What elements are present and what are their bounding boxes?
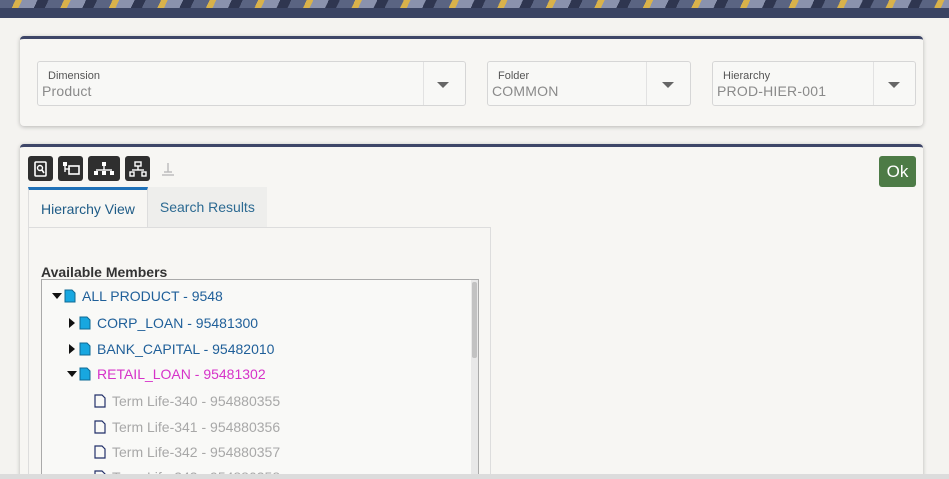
tree-node-label: Term Life-342 - 954880357 — [112, 444, 281, 460]
tree-expanded-icon[interactable] — [52, 291, 62, 301]
search-member-button[interactable] — [28, 156, 53, 181]
tree-node[interactable]: ALL PRODUCT - 9548 — [52, 286, 223, 306]
ok-button[interactable]: Ok — [879, 156, 916, 187]
tree-node-label: Term Life-341 - 954880356 — [112, 419, 281, 435]
hierarchy-view-icon — [62, 161, 80, 175]
view-tabs: Hierarchy View Search Results — [28, 187, 267, 227]
tree-collapse-button[interactable] — [125, 156, 150, 181]
folder-value: COMMON — [492, 83, 559, 99]
document-icon — [64, 289, 76, 303]
header-bar — [0, 8, 949, 18]
dimension-select[interactable]: Dimension Product — [37, 61, 466, 106]
dimension-separator — [423, 62, 424, 105]
tree-expand-button[interactable] — [88, 156, 120, 181]
folder-separator — [646, 62, 647, 105]
hierarchy-card: Ok Hierarchy View Search Results Availab… — [20, 144, 923, 479]
tree-scrollbar-thumb[interactable] — [472, 282, 477, 358]
dimension-value: Product — [42, 83, 92, 99]
chevron-down-icon[interactable] — [437, 82, 449, 88]
tree-collapse-icon — [128, 160, 147, 177]
tree-node-label: RETAIL_LOAN - 95481302 — [97, 366, 266, 382]
tree-collapsed-icon[interactable] — [67, 344, 77, 354]
folder-select[interactable]: Folder COMMON — [487, 61, 691, 106]
tab-search-results[interactable]: Search Results — [147, 187, 267, 227]
chevron-down-icon[interactable] — [662, 82, 674, 88]
hierarchy-label: Hierarchy — [723, 70, 771, 82]
leaf-document-icon — [94, 394, 106, 408]
tree-expand-icon — [94, 161, 114, 175]
tree-node[interactable]: CORP_LOAN - 95481300 — [67, 313, 258, 333]
selector-card: Dimension Product Folder COMMON Hierarch… — [20, 36, 923, 126]
tree-scrollbar[interactable] — [471, 280, 478, 479]
tab-hierarchy-view[interactable]: Hierarchy View — [28, 187, 148, 227]
hierarchy-view-button[interactable] — [58, 156, 83, 181]
tree-node-label: Term Life-340 - 954880355 — [112, 393, 281, 409]
folder-label: Folder — [498, 70, 530, 82]
available-members-title: Available Members — [41, 264, 168, 280]
hierarchy-select[interactable]: Hierarchy PROD-HIER-001 — [712, 61, 916, 106]
hierarchy-value: PROD-HIER-001 — [717, 83, 827, 99]
tree-node-label: BANK_CAPITAL - 95482010 — [97, 341, 275, 357]
pin-button[interactable] — [155, 156, 180, 181]
tree-node[interactable]: Term Life-341 - 954880356 — [94, 417, 280, 437]
tree-node-selected[interactable]: RETAIL_LOAN - 95481302 — [67, 364, 266, 384]
hierarchy-separator — [873, 62, 874, 105]
document-icon — [79, 367, 91, 381]
header-banner — [0, 0, 949, 8]
tree-node-label: ALL PRODUCT - 9548 — [82, 288, 223, 304]
pin-icon — [161, 162, 174, 176]
leaf-document-icon — [94, 445, 106, 459]
member-tree: ALL PRODUCT - 9548 CORP_LOAN - 95481300 … — [41, 279, 479, 479]
tree-node-label: CORP_LOAN - 95481300 — [97, 315, 259, 331]
hierarchy-toolbar — [28, 156, 180, 182]
tree-expanded-icon[interactable] — [67, 369, 77, 379]
chevron-down-icon[interactable] — [888, 82, 900, 88]
leaf-document-icon — [94, 420, 106, 434]
document-icon — [79, 316, 91, 330]
tree-node[interactable]: Term Life-340 - 954880355 — [94, 391, 280, 411]
dimension-label: Dimension — [48, 70, 100, 82]
hierarchy-panel: Available Members ALL PRODUCT - 9548 COR… — [28, 227, 491, 479]
tree-node[interactable]: BANK_CAPITAL - 95482010 — [67, 339, 274, 359]
bottom-edge — [0, 474, 949, 479]
tree-collapsed-icon[interactable] — [67, 318, 77, 328]
tree-node[interactable]: Term Life-342 - 954880357 — [94, 442, 280, 462]
search-member-icon — [33, 160, 47, 177]
document-icon — [79, 342, 91, 356]
